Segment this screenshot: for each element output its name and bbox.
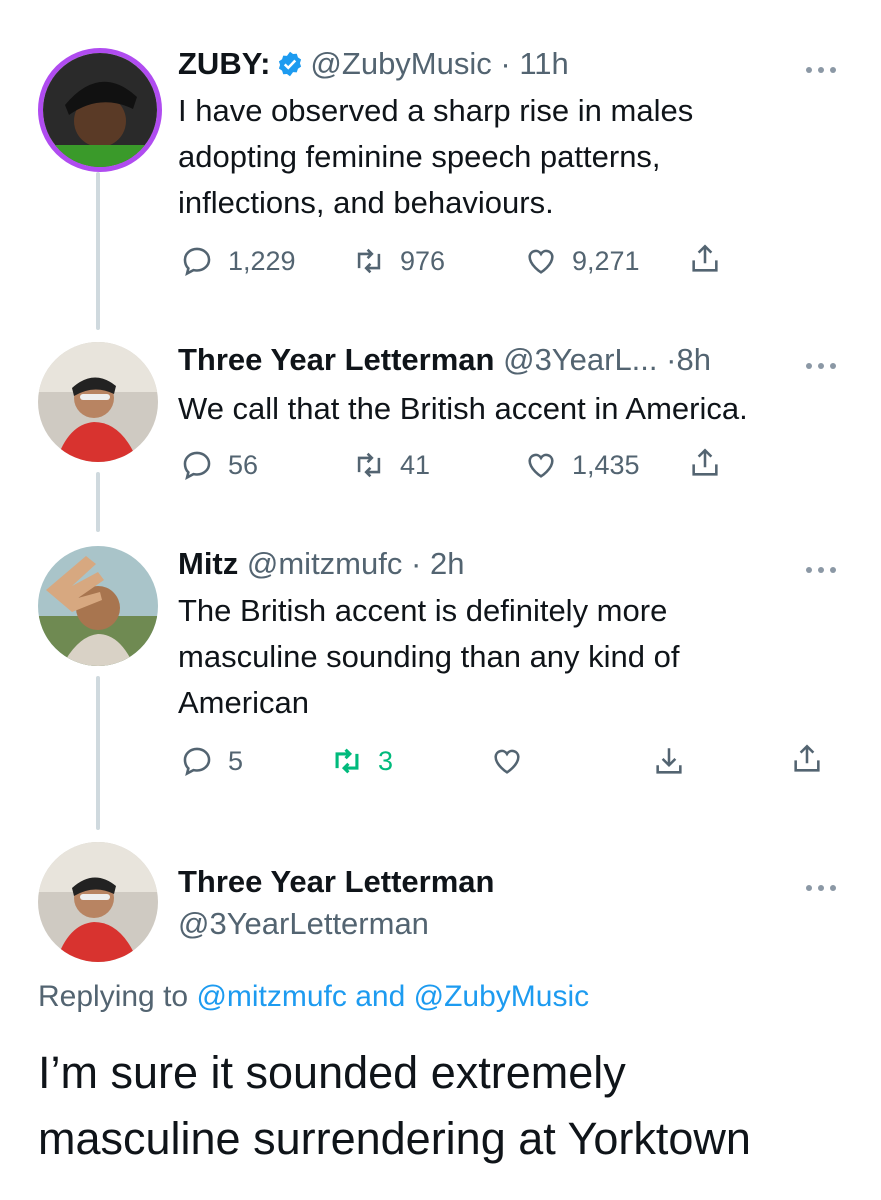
more-icon[interactable] (806, 560, 846, 573)
handle[interactable]: @mitzmufc (247, 546, 402, 581)
tweet-line: masculine surrendering at Yorktown (38, 1113, 751, 1164)
tweet-text: I have observed a sharp rise in males ad… (178, 88, 693, 226)
tweet-line: adopting feminine speech patterns, (178, 139, 661, 174)
tweet-header: Mitz @mitzmufc · 2h (178, 546, 464, 582)
like-icon (528, 453, 554, 478)
handle[interactable]: @3YearL... (503, 342, 657, 377)
tweet-text: The British accent is definitely more ma… (178, 588, 680, 726)
avatar-zuby[interactable] (38, 48, 162, 172)
display-name[interactable]: Three Year Letterman (178, 864, 494, 899)
timestamp[interactable]: 11h (519, 46, 568, 81)
like-icon (494, 749, 520, 774)
main-tweet-text: I’m sure it sounded extremely masculine … (38, 1040, 751, 1172)
reply-button[interactable]: 5 (180, 744, 243, 778)
retweet-icon (335, 748, 359, 774)
tweet-text: We call that the British accent in Ameri… (178, 386, 748, 432)
reply-count: 1,229 (228, 245, 296, 276)
like-button[interactable]: 9,271 (524, 244, 640, 278)
reply-icon (183, 247, 211, 276)
reply-icon (183, 451, 211, 480)
tweet-line: I’m sure it sounded extremely (38, 1047, 626, 1098)
verified-icon (276, 50, 304, 86)
reply-button[interactable]: 56 (180, 448, 258, 482)
timestamp[interactable]: 8h (676, 342, 710, 377)
like-count: 1,435 (572, 449, 640, 480)
share-icon (692, 448, 718, 476)
main-tweet-handle[interactable]: @3YearLetterman (178, 906, 429, 942)
separator-dot: · (666, 342, 677, 377)
thread-line (96, 472, 100, 532)
tweet-line: I have observed a sharp rise in males (178, 93, 694, 128)
tweet-line: We call that the British accent in Ameri… (178, 391, 748, 426)
tweet-line: The British accent is definitely more (178, 593, 668, 628)
mention-link[interactable]: @mitzmufc (196, 980, 346, 1013)
avatar-three-year-letterman[interactable] (38, 342, 158, 462)
more-icon[interactable] (806, 356, 846, 369)
mention-link[interactable]: @ZubyMusic (414, 980, 590, 1013)
retweet-count: 41 (400, 449, 431, 480)
retweet-button-active[interactable]: 3 (330, 744, 393, 778)
display-name[interactable]: ZUBY: (178, 46, 270, 81)
retweet-icon (357, 248, 381, 274)
tweet-line: masculine sounding than any kind of (178, 639, 680, 674)
display-name[interactable]: Mitz (178, 546, 238, 581)
share-button[interactable] (688, 446, 722, 480)
retweet-button[interactable]: 976 (352, 244, 445, 278)
more-icon[interactable] (806, 60, 846, 73)
tweet-line: inflections, and behaviours. (178, 185, 554, 220)
reply-button[interactable]: 1,229 (180, 244, 296, 278)
share-icon (794, 744, 820, 772)
share-button[interactable] (688, 242, 722, 276)
display-name[interactable]: Three Year Letterman (178, 342, 494, 377)
replying-to: Replying to @mitzmufc and @ZubyMusic (38, 980, 589, 1014)
timestamp[interactable]: 2h (430, 546, 464, 581)
thread-line (96, 676, 100, 830)
replying-to-label: Replying to (38, 980, 189, 1013)
tweet-header: ZUBY: @ZubyMusic · 11h (178, 46, 569, 86)
separator-dot: · (411, 546, 422, 581)
share-button[interactable] (790, 742, 824, 776)
like-button[interactable]: 1,435 (524, 448, 640, 482)
retweet-count: 976 (400, 245, 446, 276)
download-icon (656, 748, 682, 774)
handle[interactable]: @ZubyMusic (310, 46, 491, 81)
reply-count: 5 (228, 745, 244, 776)
replying-and: and (355, 980, 406, 1013)
reply-count: 56 (228, 449, 259, 480)
separator-dot: · (500, 46, 511, 81)
like-icon (528, 249, 554, 274)
more-icon[interactable] (806, 878, 846, 891)
like-button[interactable] (490, 744, 524, 778)
share-icon (692, 244, 718, 272)
retweet-button[interactable]: 41 (352, 448, 430, 482)
thread-line (96, 172, 100, 330)
download-button[interactable] (652, 744, 686, 778)
main-tweet-name[interactable]: Three Year Letterman (178, 864, 494, 900)
reply-icon (183, 747, 211, 776)
tweet-line: American (178, 685, 309, 720)
tweet-header: Three Year Letterman @3YearL... ·8h (178, 342, 711, 378)
retweet-count: 3 (378, 745, 394, 776)
avatar-mitz[interactable] (38, 546, 158, 666)
avatar-three-year-letterman[interactable] (38, 842, 158, 962)
retweet-icon (357, 452, 381, 478)
like-count: 9,271 (572, 245, 640, 276)
